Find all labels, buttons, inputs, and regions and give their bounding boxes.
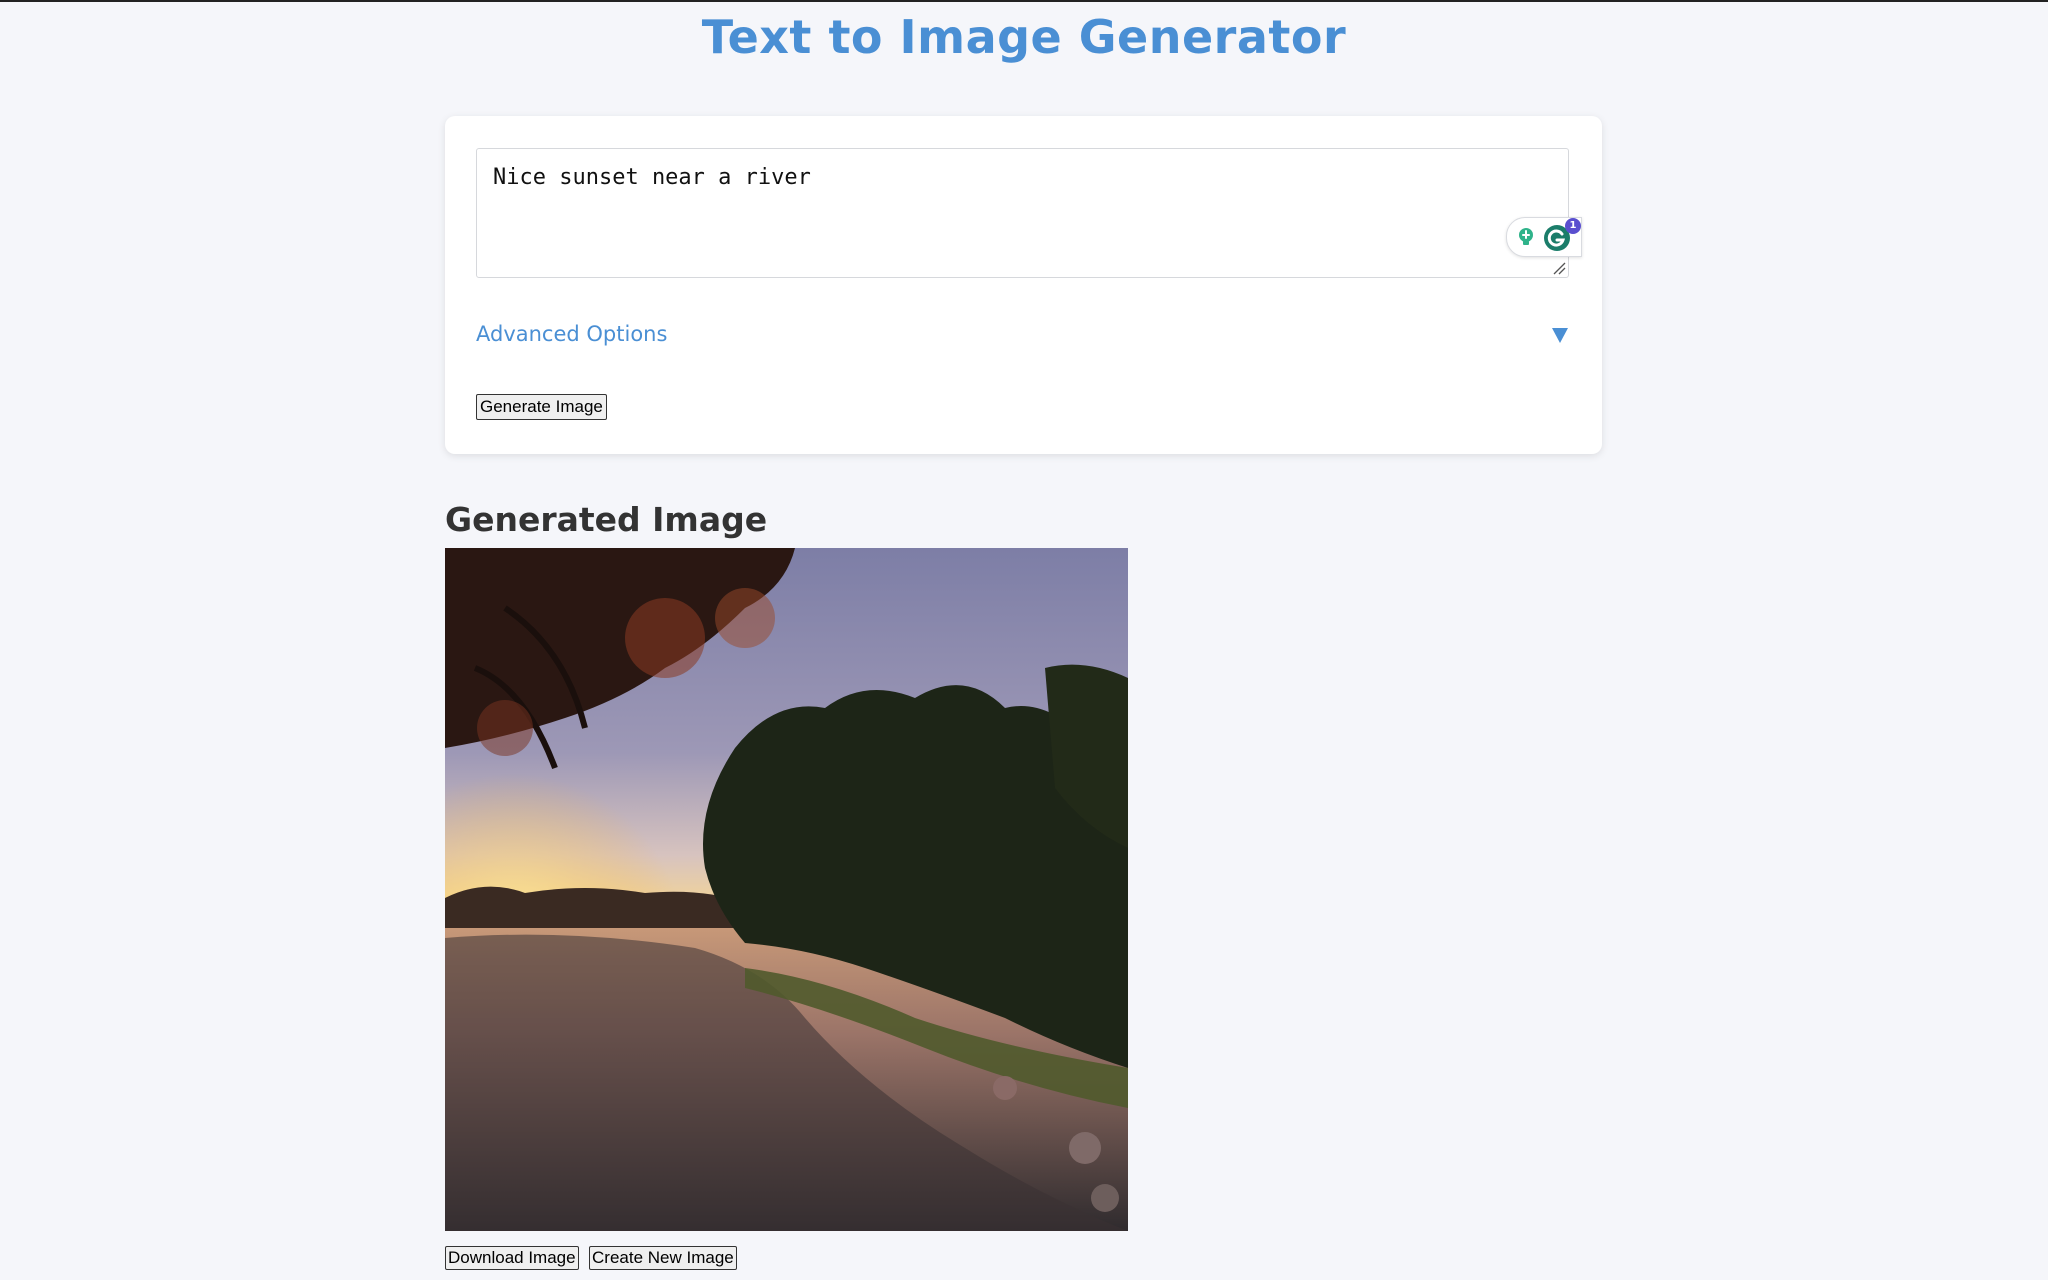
prompt-textarea[interactable]: Nice sunset near a river 1 [476, 148, 1582, 278]
generated-image-heading: Generated Image [445, 500, 768, 539]
resize-grip-icon[interactable] [1552, 261, 1566, 275]
top-border [0, 0, 2048, 2]
prompt-text[interactable]: Nice sunset near a river [493, 165, 811, 190]
create-new-image-button[interactable]: Create New Image [589, 1246, 737, 1270]
generate-image-button[interactable]: Generate Image [476, 394, 607, 420]
generated-image [445, 548, 1128, 1231]
advanced-options-label[interactable]: Advanced Options [476, 322, 667, 346]
download-image-button[interactable]: Download Image [445, 1246, 579, 1270]
generator-card: Nice sunset near a river 1 Advanced Opti… [445, 116, 1602, 454]
grammar-assistant-widget[interactable]: 1 [1506, 217, 1582, 257]
lightbulb-icon[interactable] [1515, 226, 1537, 248]
page-title: Text to Image Generator [701, 10, 1347, 64]
advanced-options-toggle[interactable]: Advanced Options [476, 322, 1569, 354]
grammar-badge: 1 [1565, 218, 1581, 234]
triangle-down-icon[interactable] [1551, 326, 1569, 344]
